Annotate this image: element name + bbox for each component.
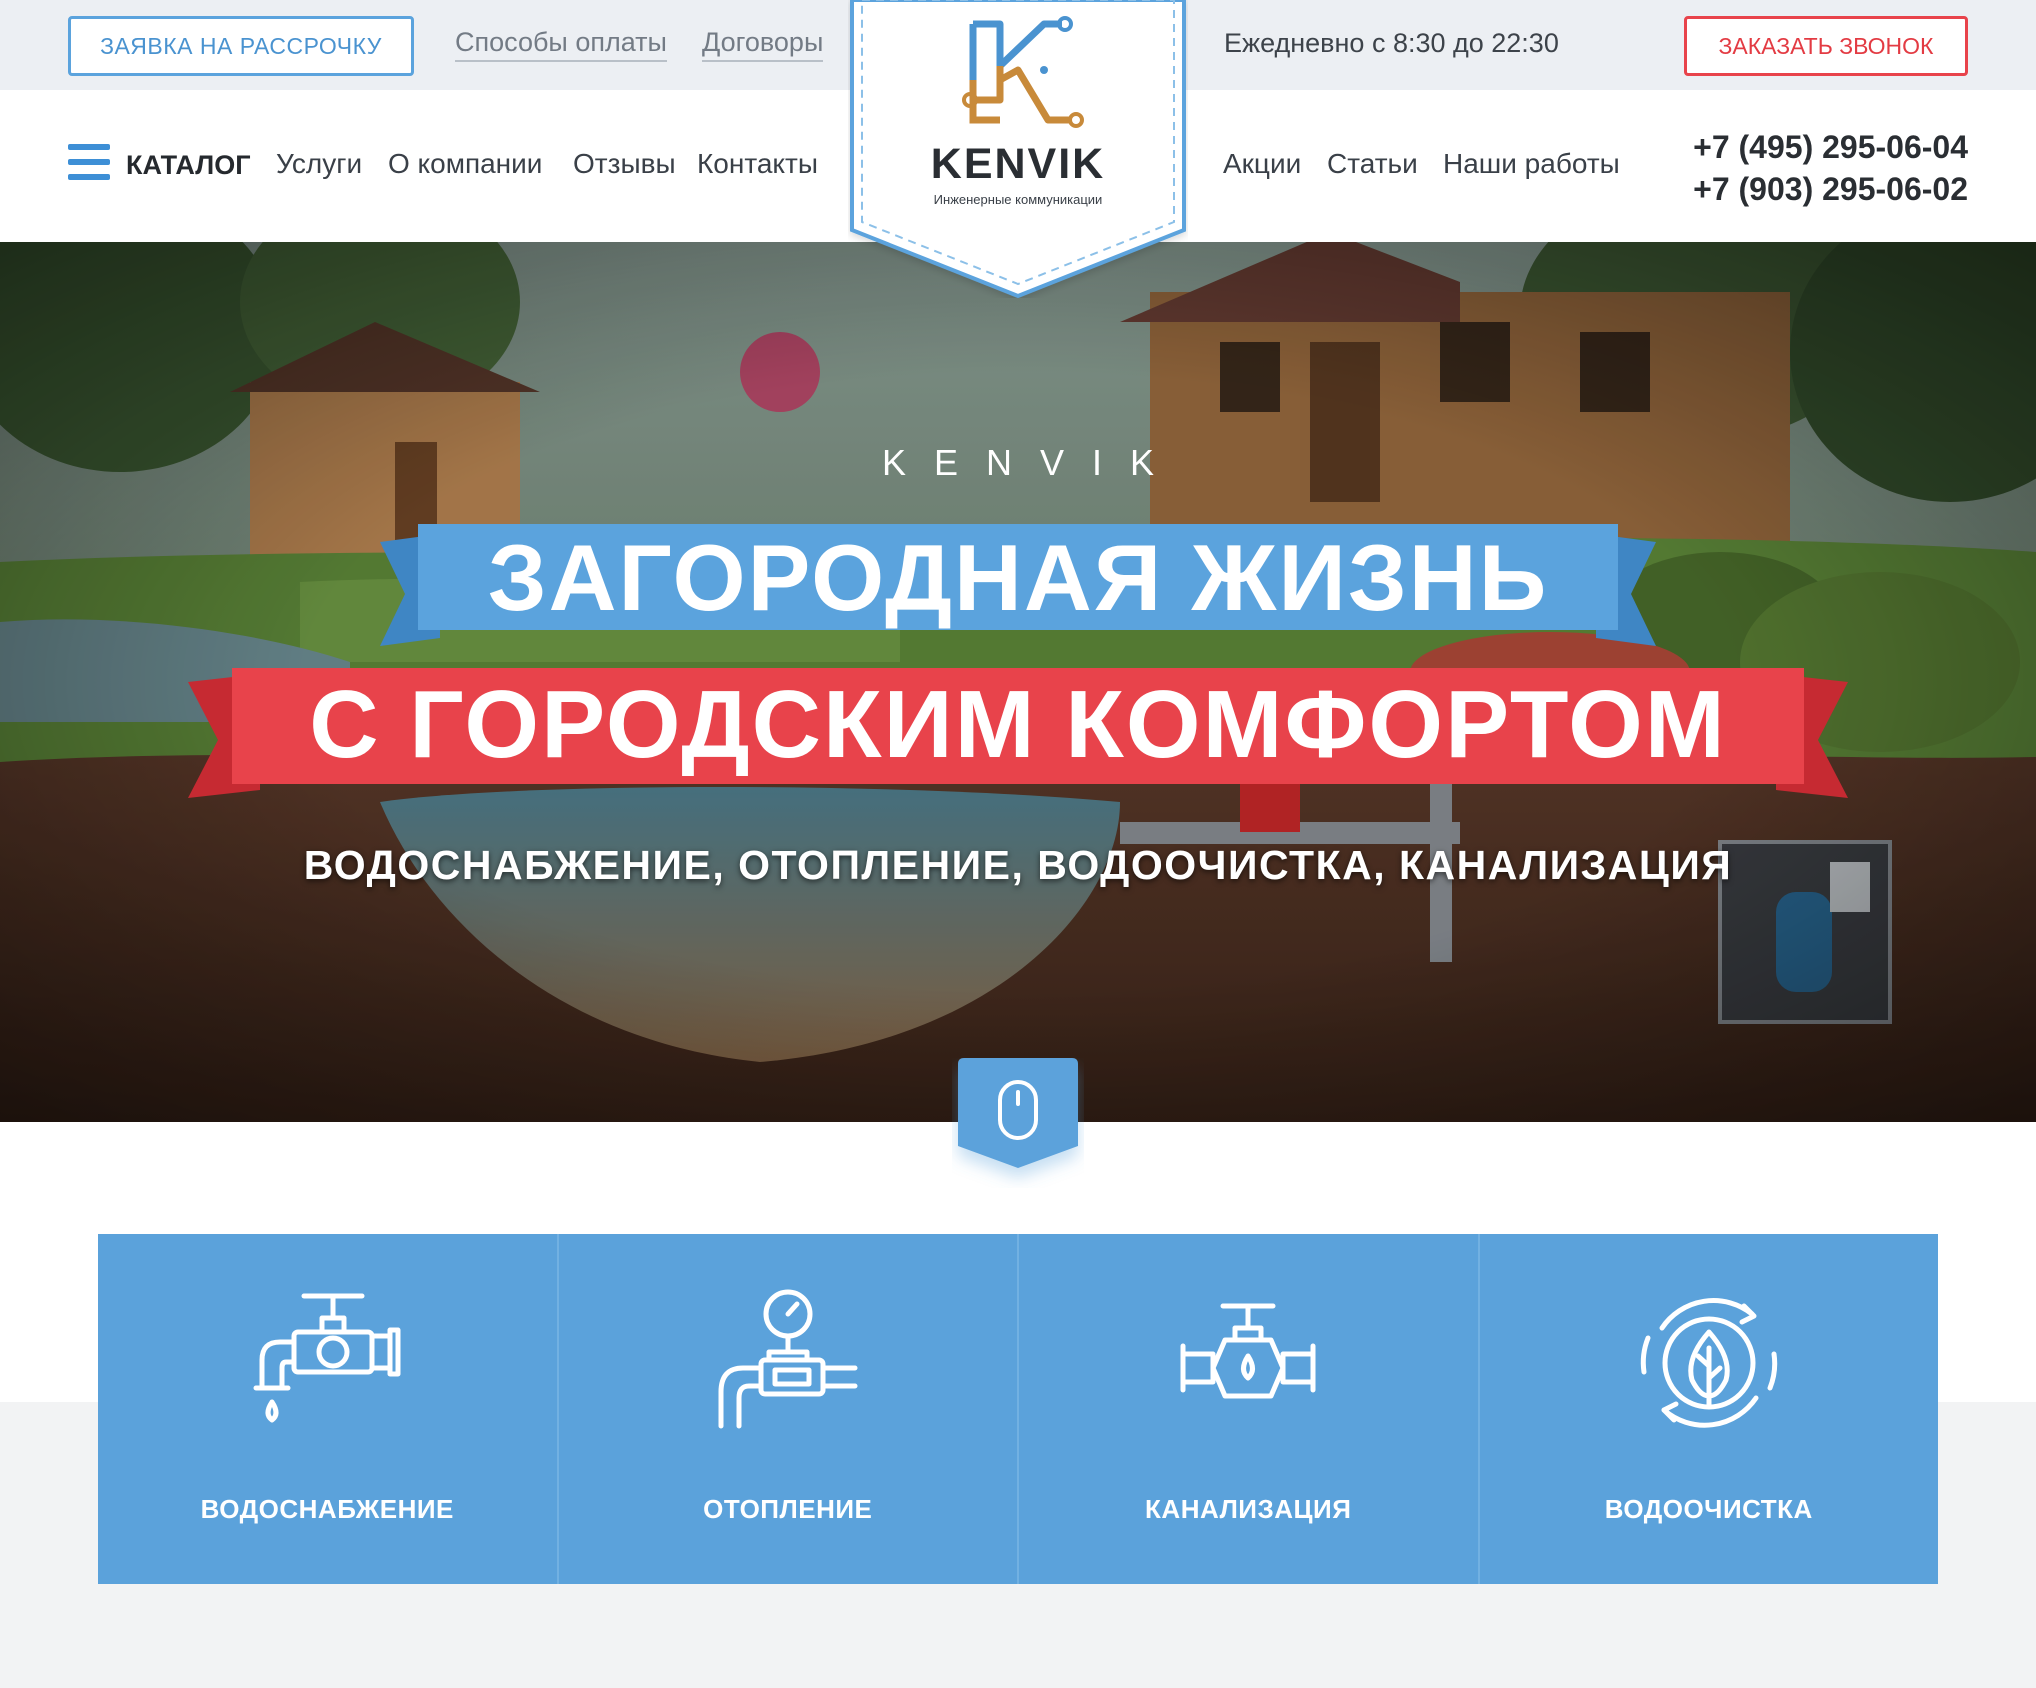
- hero-brand: KENVIK: [881, 442, 1183, 483]
- service-label: ВОДООЧИСТКА: [1604, 1494, 1813, 1524]
- phone-numbers: +7 (495) 295-06-04 +7 (903) 295-06-02: [1693, 126, 1968, 210]
- order-callback-button[interactable]: ЗАКАЗАТЬ ЗВОНОК: [1684, 16, 1968, 76]
- menu-icon[interactable]: [68, 144, 110, 180]
- service-card-heating[interactable]: ОТОПЛЕНИЕ: [559, 1234, 1019, 1584]
- nav-item-our-works[interactable]: Наши работы: [1443, 148, 1620, 180]
- scroll-down-button[interactable]: [952, 1058, 1084, 1188]
- phone-1[interactable]: +7 (495) 295-06-04: [1693, 126, 1968, 168]
- contracts-link[interactable]: Договоры: [702, 26, 824, 62]
- nav-item-about[interactable]: О компании: [388, 148, 542, 180]
- catalog-link[interactable]: КАТАЛОГ: [126, 150, 251, 181]
- leaf-drop-cycle-icon: [1640, 1298, 1777, 1428]
- service-label: ОТОПЛЕНИЕ: [703, 1494, 873, 1524]
- service-card-sewerage[interactable]: КАНАЛИЗАЦИЯ: [1019, 1234, 1480, 1584]
- service-card-water-supply[interactable]: ВОДОСНАБЖЕНИЕ: [98, 1234, 559, 1584]
- service-card-water-treatment[interactable]: ВОДООЧИСТКА: [1480, 1234, 1939, 1584]
- installment-request-button[interactable]: ЗАЯВКА НА РАССРОЧКУ: [68, 16, 414, 76]
- nav-item-promotions[interactable]: Акции: [1223, 148, 1301, 180]
- hero-banner: KENVIK ЗАГОРОДНАЯ ЖИЗНЬ С ГОРОДСКИМ КОМФ…: [0, 242, 2036, 1122]
- service-label: ВОДОСНАБЖЕНИЕ: [200, 1494, 454, 1524]
- payment-methods-link[interactable]: Способы оплаты: [455, 26, 667, 62]
- nav-item-contacts[interactable]: Контакты: [697, 148, 818, 180]
- phone-2[interactable]: +7 (903) 295-06-02: [1693, 168, 1968, 210]
- hero-services-list: ВОДОСНАБЖЕНИЕ, ОТОПЛЕНИЕ, ВОДООЧИСТКА, К…: [303, 842, 1733, 888]
- valve-drop-icon: [1180, 1303, 1316, 1399]
- service-label: КАНАЛИЗАЦИЯ: [1145, 1494, 1352, 1524]
- logo[interactable]: KENVIK Инженерные коммуникации: [848, 0, 1188, 299]
- working-hours: Ежедневно с 8:30 до 22:30: [1224, 28, 1559, 58]
- hero-headline-2: С ГОРОДСКИМ КОМФОРТОМ: [309, 671, 1727, 778]
- services-grid: ВОДОСНАБЖЕНИЕ ОТОПЛЕНИЕ КАНАЛИЗАЦИЯ ВОДО…: [98, 1234, 1938, 1584]
- nav-item-articles[interactable]: Статьи: [1327, 148, 1418, 180]
- hero-headline-1: ЗАГОРОДНАЯ ЖИЗНЬ: [487, 525, 1549, 630]
- logo-name: KENVIK: [930, 140, 1106, 188]
- nav-item-services[interactable]: Услуги: [276, 148, 362, 180]
- nav-item-reviews[interactable]: Отзывы: [573, 148, 676, 180]
- logo-tagline: Инженерные коммуникации: [933, 192, 1103, 207]
- water-tap-icon: [253, 1293, 401, 1423]
- pressure-gauge-pipe-icon: [718, 1289, 858, 1429]
